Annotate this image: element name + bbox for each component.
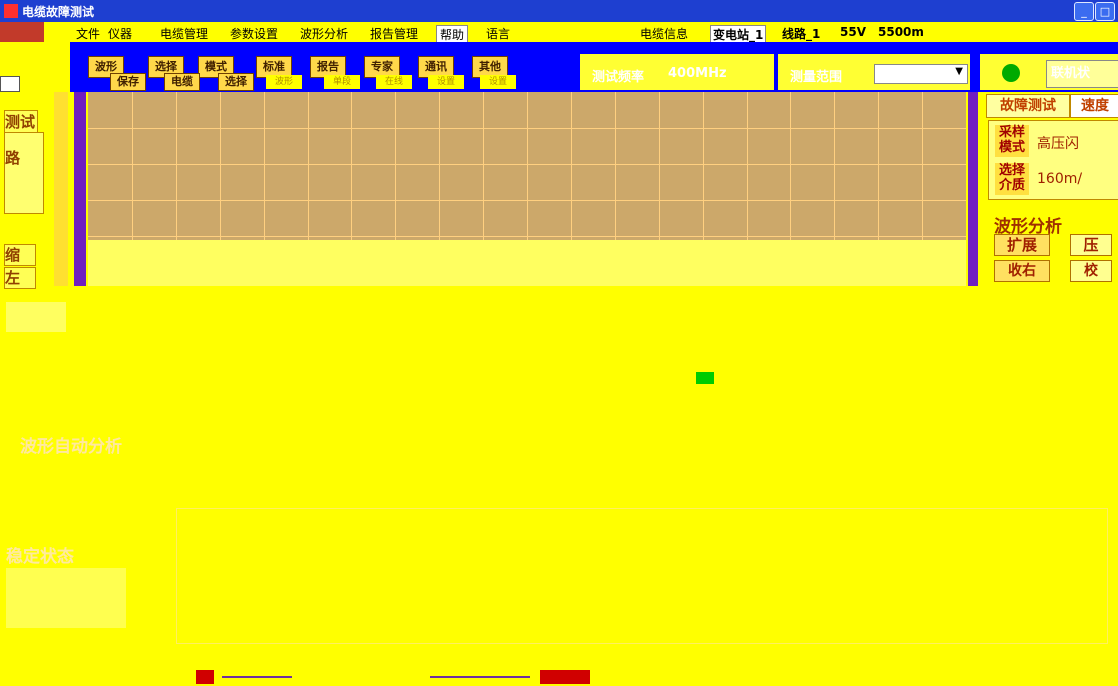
menu-param-settings[interactable]: 参数设置 xyxy=(230,25,278,42)
menu-bar: 文件 仪器 电缆管理 参数设置 波形分析 报告管理 帮助 语言 电缆信息 变电站… xyxy=(0,22,1118,44)
grid-line-vertical xyxy=(395,92,396,240)
grid-line-vertical xyxy=(878,92,879,240)
connect-button[interactable]: 联机状 xyxy=(1046,60,1118,88)
menu-device[interactable]: 仪器 xyxy=(108,25,132,42)
medium-label: 选择介质 xyxy=(995,163,1029,195)
grid-line-horizontal xyxy=(88,200,966,201)
sample-mode-value[interactable]: 高压闪 xyxy=(1037,133,1079,153)
chevron-down-icon: ▼ xyxy=(955,66,963,77)
taskbar-line-1 xyxy=(222,676,292,686)
grid-line-horizontal xyxy=(88,164,966,165)
taskbar-line-2 xyxy=(430,676,530,686)
grid-line-vertical xyxy=(264,92,265,240)
maximize-button[interactable]: □ xyxy=(1095,2,1115,21)
title-bar: 电缆故障测试 _ □ xyxy=(0,0,1118,22)
grid-line-vertical xyxy=(747,92,748,240)
toolbar-btn-settings[interactable]: 设置 xyxy=(428,75,464,89)
grid-line-vertical xyxy=(922,92,923,240)
left-scroll-strip[interactable] xyxy=(54,92,68,286)
toolbar: 波形 选择 模式 标准 报告 专家 通讯 其他 保存 电缆 选择 波形 单段 在… xyxy=(0,42,1118,92)
toolbar-btn-cable[interactable]: 电缆 xyxy=(164,73,200,91)
minimize-button[interactable]: _ xyxy=(1074,2,1094,21)
menu-cable-manage[interactable]: 电缆管理 xyxy=(160,25,208,42)
compress-button[interactable]: 压 xyxy=(1070,234,1112,256)
grid-line-vertical xyxy=(176,92,177,240)
grid-line-vertical xyxy=(439,92,440,240)
tab-fault-test[interactable]: 故障测试 xyxy=(986,94,1070,118)
grid-line-vertical xyxy=(571,92,572,240)
length-value: 5500m xyxy=(878,25,924,39)
waveform-plot[interactable] xyxy=(88,92,966,240)
grid-line-vertical xyxy=(308,92,309,240)
test-freq-panel: 测试频率 400MHz xyxy=(580,54,774,90)
taskbar-red-block-2 xyxy=(540,670,590,684)
line-name: 线路_1 xyxy=(782,27,821,41)
connect-panel: 联机状 xyxy=(980,54,1118,90)
calibrate-button[interactable]: 校 xyxy=(1070,260,1112,282)
grid-line-vertical xyxy=(834,92,835,240)
status-marker-icon xyxy=(696,372,714,384)
lower-left-block xyxy=(6,302,66,332)
toolbar-btn-single[interactable]: 单段 xyxy=(324,75,360,89)
right-panel: 故障测试 速度 采样模式 高压闪 选择介质 160m/ 波形分析 扩展 压 收右… xyxy=(984,92,1118,292)
voltage-value: 55V xyxy=(840,25,866,39)
shrink-button[interactable]: 缩 xyxy=(4,244,36,266)
right-divider xyxy=(968,92,978,286)
grid-line-horizontal xyxy=(88,236,966,237)
test-freq-label: 测试频率 xyxy=(592,70,645,85)
grid-line-vertical xyxy=(483,92,484,240)
auto-analysis-label[interactable]: 波形自动分析 xyxy=(20,432,122,457)
grid-line-vertical xyxy=(703,92,704,240)
dropdown-arrow-icon[interactable] xyxy=(0,76,20,92)
tab-speed[interactable]: 速度 xyxy=(1070,94,1118,118)
left-divider xyxy=(74,92,86,286)
stability-label: 稳定状态 xyxy=(6,547,74,567)
window-title: 电缆故障测试 xyxy=(22,5,95,19)
menu-file[interactable]: 文件 xyxy=(76,25,100,42)
toolbar-btn-save[interactable]: 保存 xyxy=(110,73,146,91)
taskbar-red-block-1 xyxy=(196,670,214,684)
menu-wave-analysis[interactable]: 波形分析 xyxy=(300,25,348,42)
test-freq-value: 400MHz xyxy=(668,66,727,81)
range-label: 测量范围 xyxy=(790,70,843,85)
menu-report-manage[interactable]: 报告管理 xyxy=(370,25,418,42)
grid-line-vertical xyxy=(527,92,528,240)
toolbar-btn-online[interactable]: 在线 xyxy=(376,75,412,89)
toolbar-btn-wave2[interactable]: 波形 xyxy=(266,75,302,89)
move-button[interactable]: 收右 xyxy=(994,260,1050,282)
settings-box: 采样模式 高压闪 选择介质 160m/ xyxy=(988,120,1118,200)
plot-lower-strip xyxy=(88,240,966,286)
expand-button[interactable]: 扩展 xyxy=(994,234,1050,256)
analysis-result-frame xyxy=(176,508,1108,644)
grid-line-vertical xyxy=(659,92,660,240)
status-led-icon xyxy=(1002,64,1020,82)
tab-test[interactable]: 测试 xyxy=(4,110,38,134)
grid-line-horizontal xyxy=(88,128,966,129)
shift-left-button[interactable]: 左 xyxy=(4,267,36,289)
app-icon xyxy=(4,4,18,18)
cable-info-label: 电缆信息 xyxy=(640,27,689,41)
grid-line-vertical xyxy=(220,92,221,240)
range-select[interactable]: ▼ xyxy=(874,64,968,84)
test-options-box: 路 xyxy=(4,132,44,214)
grid-line-vertical xyxy=(132,92,133,240)
logo-icon xyxy=(0,22,44,42)
toolbar-btn-settings2[interactable]: 设置 xyxy=(480,75,516,89)
grid-line-vertical xyxy=(351,92,352,240)
toolbar-btn-select2[interactable]: 选择 xyxy=(218,73,254,91)
stability-box xyxy=(6,568,126,628)
grid-line-vertical xyxy=(790,92,791,240)
grid-line-vertical xyxy=(615,92,616,240)
left-panel: 测试 路 缩 左 xyxy=(0,92,58,292)
medium-value[interactable]: 160m/ xyxy=(1037,171,1082,187)
circuit-label: 路 xyxy=(5,149,21,167)
sample-mode-label: 采样模式 xyxy=(995,125,1029,157)
menu-language[interactable]: 语言 xyxy=(486,25,510,42)
lower-area: 波形自动分析 稳定状态 xyxy=(0,292,1118,684)
range-panel: 测量范围 ▼ xyxy=(778,54,970,90)
